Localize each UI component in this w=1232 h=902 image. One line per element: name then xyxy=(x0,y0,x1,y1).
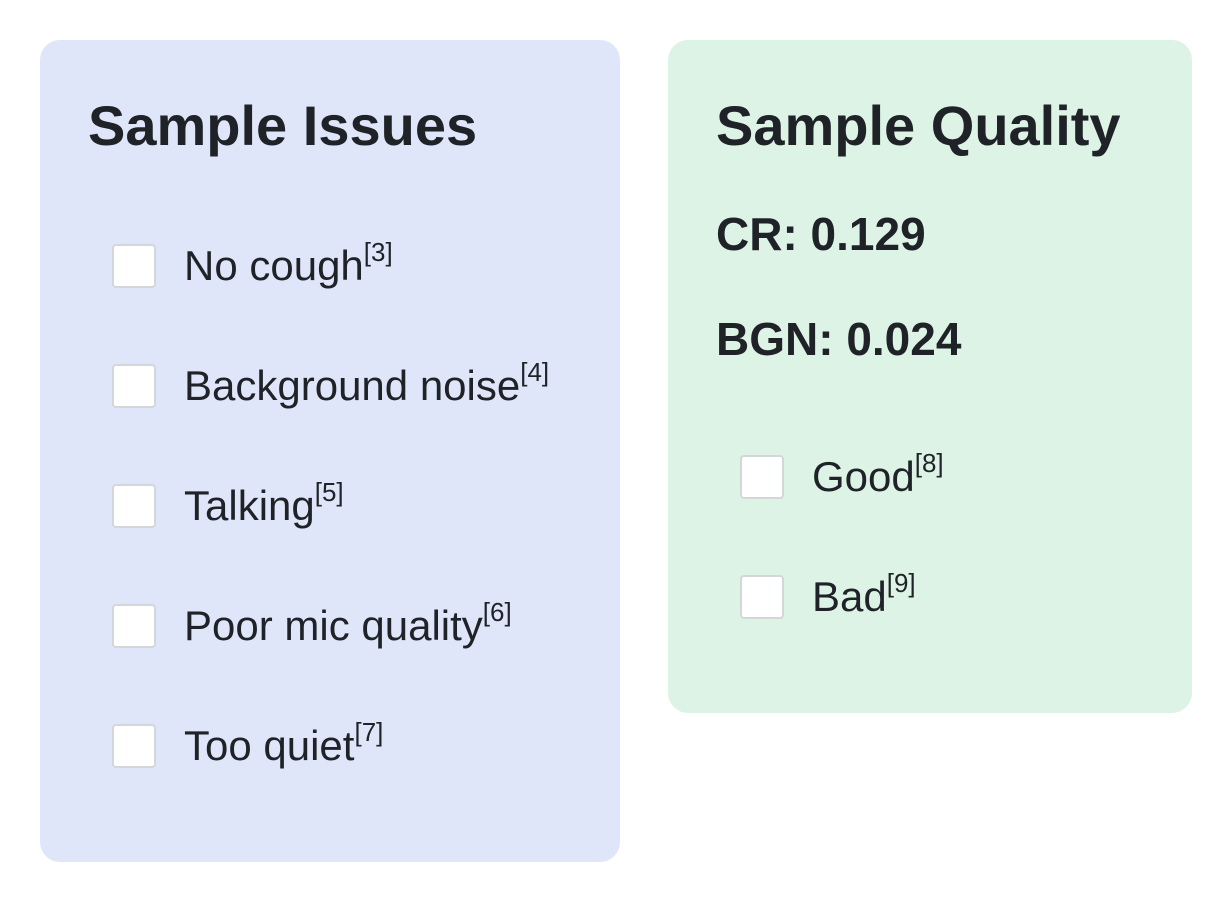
issue-option-talking[interactable]: Talking[5] xyxy=(112,479,344,530)
footnote-ref: [5] xyxy=(314,477,344,507)
footnote-ref: [3] xyxy=(363,237,393,267)
quality-option-good[interactable]: Good[8] xyxy=(740,450,944,501)
issue-option-background-noise[interactable]: Background noise[4] xyxy=(112,359,549,410)
checkbox[interactable] xyxy=(740,575,784,619)
option-label: Poor mic quality xyxy=(184,602,483,649)
checkbox[interactable] xyxy=(112,724,156,768)
option-label: Bad xyxy=(812,573,887,620)
checkbox[interactable] xyxy=(112,244,156,288)
cr-score: CR: 0.129 xyxy=(716,208,926,260)
option-label: Good xyxy=(812,453,915,500)
sample-quality-title: Sample Quality xyxy=(716,94,1121,157)
bgn-score: BGN: 0.024 xyxy=(716,313,962,365)
issue-option-too-quiet[interactable]: Too quiet[7] xyxy=(112,719,383,770)
sample-quality-panel: Sample Quality CR: 0.129 BGN: 0.024 Good… xyxy=(668,40,1192,713)
option-label: Background noise xyxy=(184,362,521,409)
footnote-ref: [6] xyxy=(482,597,512,627)
option-label: Too quiet xyxy=(184,722,355,769)
footnote-ref: [9] xyxy=(886,568,916,598)
issue-option-no-cough[interactable]: No cough[3] xyxy=(112,239,393,290)
checkbox[interactable] xyxy=(740,455,784,499)
option-label: No cough xyxy=(184,242,364,289)
checkbox[interactable] xyxy=(112,364,156,408)
footnote-ref: [7] xyxy=(354,717,384,747)
checkbox[interactable] xyxy=(112,484,156,528)
checkbox[interactable] xyxy=(112,604,156,648)
quality-option-bad[interactable]: Bad[9] xyxy=(740,570,916,621)
issue-option-poor-mic-quality[interactable]: Poor mic quality[6] xyxy=(112,599,512,650)
footnote-ref: [8] xyxy=(914,448,944,478)
option-label: Talking xyxy=(184,482,315,529)
sample-issues-title: Sample Issues xyxy=(88,94,478,157)
sample-issues-panel: Sample Issues No cough[3] Background noi… xyxy=(40,40,620,862)
footnote-ref: [4] xyxy=(520,357,550,387)
